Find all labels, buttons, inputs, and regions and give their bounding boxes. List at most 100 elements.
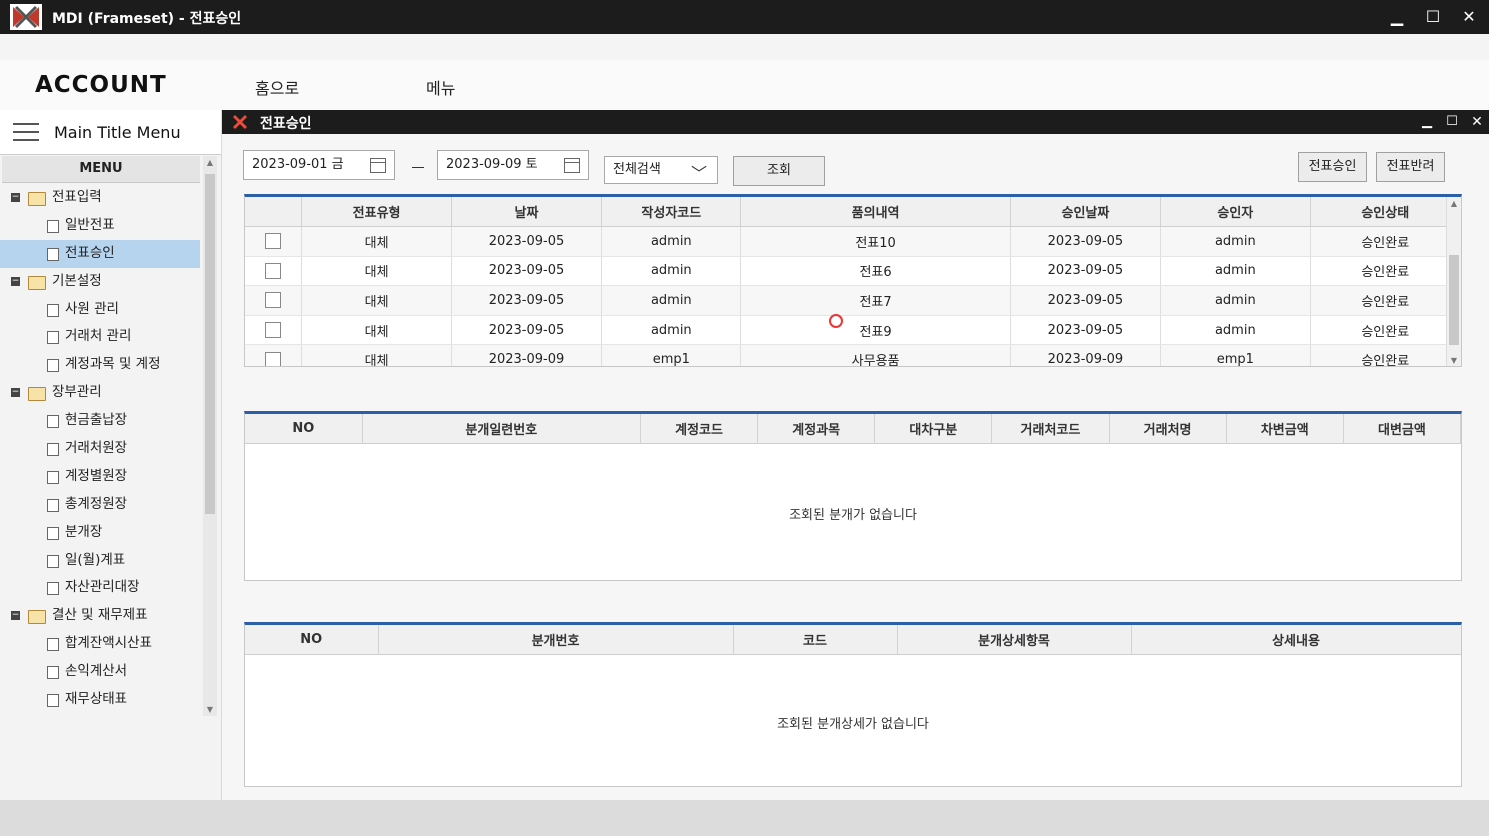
nav-menu[interactable]: 메뉴 — [426, 75, 455, 99]
document-icon — [47, 498, 59, 512]
row-checkbox[interactable] — [265, 233, 282, 250]
tree-leaf[interactable]: 거래처원장 — [0, 435, 200, 463]
row-checkbox[interactable] — [265, 322, 282, 339]
row-checkbox[interactable] — [265, 262, 282, 279]
column-header[interactable]: 분개상세항목 — [897, 625, 1132, 655]
column-header[interactable]: 대차구분 — [874, 414, 993, 444]
column-header[interactable]: 전표유형 — [301, 197, 452, 227]
collapse-icon[interactable]: − — [11, 276, 20, 286]
table-cell: admin — [1160, 285, 1311, 316]
column-header[interactable]: 대변금액 — [1343, 414, 1461, 444]
tree-leaf[interactable]: 일(월)계표 — [0, 547, 200, 575]
tree-leaf[interactable]: 총계정원장 — [0, 491, 200, 519]
tree-label: 자산관리대장 — [65, 579, 140, 596]
column-header[interactable]: 품의내역 — [740, 197, 1011, 227]
tree-label: 거래처원장 — [65, 440, 128, 457]
table-row[interactable]: 대체 2023-09-05 admin 전표6 2023-09-05 admin 승인완료 — [245, 256, 1461, 287]
document-icon — [47, 694, 59, 708]
column-header[interactable]: 분개일련번호 — [362, 414, 641, 444]
tree-leaf[interactable]: 현금출납장 — [0, 407, 200, 435]
nav-home[interactable]: 홈으로 — [255, 75, 299, 99]
collapse-icon[interactable]: − — [11, 388, 20, 398]
column-header[interactable]: 계정코드 — [640, 414, 759, 444]
panel-close-button[interactable]: ✕ — [1464, 110, 1489, 134]
sidebar-scrollbar[interactable]: ▲ ▼ — [203, 156, 217, 716]
column-header[interactable]: 차변금액 — [1226, 414, 1344, 444]
tree-label: 합계잔액시산표 — [65, 635, 152, 652]
scroll-down-icon[interactable]: ▼ — [1447, 356, 1461, 365]
folder-icon — [28, 387, 46, 402]
table-row[interactable]: 대체 2023-09-05 admin 전표7 2023-09-05 admin 승인완료 — [245, 285, 1461, 316]
column-header[interactable]: 날짜 — [451, 197, 603, 227]
tree-group[interactable]: − 전표입력 — [0, 184, 200, 212]
column-header[interactable]: 상세내용 — [1131, 625, 1461, 655]
tree-group[interactable]: − 장부관리 — [0, 379, 200, 407]
end-date-input[interactable]: 2023-09-09 토 — [437, 150, 589, 180]
table-cell: 승인완료 — [1310, 315, 1461, 346]
tree-label: 전표입력 — [52, 189, 102, 205]
scroll-thumb[interactable] — [205, 174, 215, 514]
column-header[interactable]: 코드 — [733, 625, 898, 655]
row-checkbox-cell — [245, 226, 303, 257]
column-header[interactable]: 거래처명 — [1109, 414, 1227, 444]
table-row[interactable]: 대체 2023-09-09 emp1 사무용품 2023-09-09 emp1 승인완료 — [245, 344, 1461, 366]
scroll-up-icon[interactable]: ▲ — [1447, 199, 1461, 208]
tree-leaf[interactable]: 재무상태표 — [0, 686, 200, 714]
tree-leaf[interactable]: 일반전표 — [0, 212, 200, 240]
column-header[interactable]: NO — [245, 414, 363, 444]
collapse-icon[interactable]: − — [11, 193, 20, 202]
column-header[interactable]: 승인상태 — [1310, 197, 1461, 227]
scroll-down-icon[interactable]: ▼ — [203, 705, 217, 714]
column-header[interactable]: 계정과목 — [757, 414, 876, 444]
tree-label: 사원 관리 — [65, 300, 119, 317]
tree-leaf[interactable]: 손익계산서 — [0, 658, 200, 686]
scroll-up-icon[interactable]: ▲ — [203, 158, 217, 167]
calendar-icon[interactable] — [370, 158, 386, 173]
tree-leaf[interactable]: 전표승인 — [0, 239, 200, 268]
tree-leaf[interactable]: 사원 관리 — [0, 296, 200, 324]
search-button[interactable]: 조회 — [733, 156, 825, 186]
column-header[interactable]: 작성자코드 — [601, 197, 742, 227]
table-row[interactable]: 대체 2023-09-05 admin 전표9 2023-09-05 admin 승인완료 — [245, 315, 1461, 346]
column-header[interactable]: 분개번호 — [378, 625, 734, 655]
tree-leaf[interactable]: 거래처 관리 — [0, 323, 200, 351]
approve-button[interactable]: 전표승인 — [1298, 152, 1367, 182]
column-header[interactable]: 승인날짜 — [1010, 197, 1162, 227]
row-checkbox[interactable] — [265, 351, 282, 366]
chevron-down-icon: ﹀ — [690, 164, 707, 183]
table-row[interactable]: 대체 2023-09-05 admin 전표10 2023-09-05 admin 승인완료 — [245, 226, 1461, 257]
row-checkbox[interactable] — [265, 292, 282, 309]
panel-minimize-button[interactable]: ▁ — [1414, 110, 1440, 134]
calendar-icon[interactable] — [564, 158, 580, 173]
hamburger-icon[interactable] — [13, 123, 39, 141]
tree-label: 일(월)계표 — [65, 551, 126, 568]
search-type-select[interactable]: 전체검색 ﹀ — [604, 156, 718, 184]
scroll-thumb[interactable] — [1449, 255, 1459, 345]
column-header[interactable] — [245, 197, 303, 227]
column-header[interactable]: 거래처코드 — [991, 414, 1110, 444]
tree-group[interactable]: − 결산 및 재무제표 — [0, 602, 200, 630]
tree-leaf[interactable]: 분개장 — [0, 519, 200, 547]
table-cell: 2023-09-05 — [451, 256, 603, 287]
close-button[interactable]: ✕ — [1456, 5, 1482, 29]
column-header[interactable]: NO — [245, 625, 379, 655]
tree-leaf[interactable]: 계정별원장 — [0, 463, 200, 491]
tree-leaf[interactable]: 계정과목 및 계정 — [0, 351, 200, 379]
table-cell: admin — [601, 315, 742, 346]
grid-scrollbar[interactable]: ▲ ▼ — [1446, 197, 1461, 366]
collapse-icon[interactable]: − — [11, 611, 20, 621]
start-date-input[interactable]: 2023-09-01 금 — [243, 150, 395, 180]
maximize-button[interactable]: ☐ — [1420, 5, 1446, 29]
column-header[interactable]: 승인자 — [1160, 197, 1311, 227]
panel-logo-icon — [232, 114, 248, 130]
panel-maximize-button[interactable]: ☐ — [1439, 110, 1465, 134]
tree-group[interactable]: − 기본설정 — [0, 268, 200, 296]
tree-label: 결산 및 재무제표 — [52, 607, 148, 624]
detail-empty-message: 조회된 분개상세가 없습니다 — [777, 717, 929, 732]
minimize-button[interactable]: ▁ — [1384, 5, 1410, 29]
tree-label: 계정과목 및 계정 — [65, 356, 161, 373]
tree-leaf[interactable]: 합계잔액시산표 — [0, 630, 200, 658]
reject-button[interactable]: 전표반려 — [1376, 152, 1445, 182]
tree-leaf[interactable]: 자산관리대장 — [0, 574, 200, 602]
document-icon — [47, 443, 59, 457]
